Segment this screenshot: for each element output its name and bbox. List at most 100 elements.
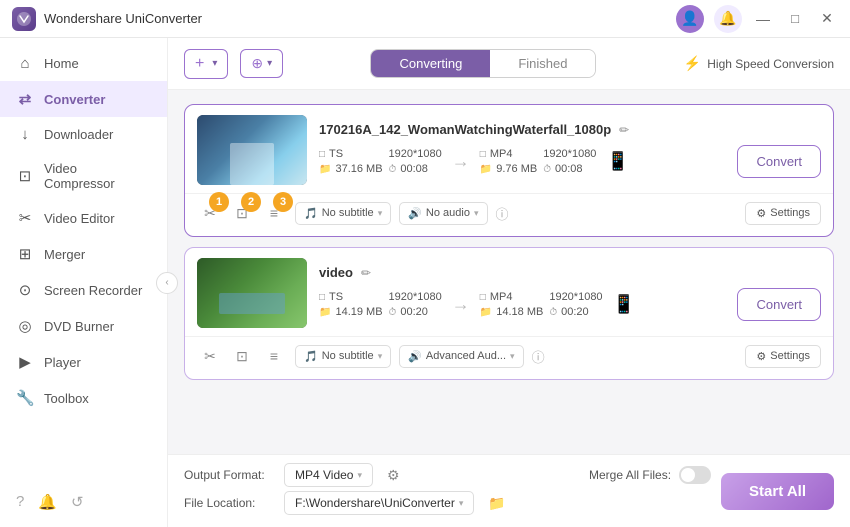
downloader-icon: ↓ [16, 126, 34, 143]
info-icon-2[interactable]: ⓘ [532, 347, 545, 366]
edit-title-icon-2[interactable]: ✏ [361, 266, 371, 280]
minimize-btn[interactable]: — [755, 11, 771, 27]
card-tools-1: ✂ 1 ⊡ 2 ≡ 3 [197, 200, 287, 226]
thumbnail-2 [197, 258, 307, 328]
sidebar-item-converter[interactable]: ⇄ Converter [0, 81, 167, 117]
card-title-row-2: video ✏ [319, 265, 821, 280]
convert-button-1[interactable]: Convert [737, 145, 821, 178]
subtitle-icon-1: 🎵 [304, 207, 318, 220]
merge-toggle[interactable] [679, 466, 711, 484]
file-location-browse-icon[interactable]: 📁 [488, 495, 505, 512]
help-icon[interactable]: ? [16, 493, 24, 511]
output-format-1: MP4 [490, 148, 513, 160]
crop-tool-1[interactable]: ⊡ 2 [229, 200, 255, 226]
edit-title-icon-1[interactable]: ✏ [619, 123, 629, 137]
input-dur-icon-1: ⏱ [389, 164, 397, 175]
sidebar-item-video-editor[interactable]: ✂ Video Editor [0, 200, 167, 236]
sidebar-item-toolbox[interactable]: 🔧 Toolbox [0, 380, 167, 416]
high-speed-button[interactable]: ⚡ High Speed Conversion [684, 55, 834, 72]
output-dur-row-1: ⏱ 00:08 [543, 163, 596, 175]
file-location-select[interactable]: F:\Wondershare\UniConverter ▾ [284, 491, 474, 515]
output-format-row-1: □ MP4 [480, 148, 537, 160]
output-resolution-1: 1920*1080 [543, 148, 596, 160]
input-format-box-2: □ TS 📁 14.19 MB [319, 291, 383, 318]
input-dur-row-2: ⏱ 00:20 [389, 306, 442, 318]
output-format-box-2: □ MP4 📁 14.18 MB [480, 291, 544, 318]
maximize-btn[interactable]: □ [787, 11, 803, 26]
toolbox-icon: 🔧 [16, 389, 34, 407]
sidebar-label-screen-recorder: Screen Recorder [44, 283, 142, 298]
output-format-select[interactable]: MP4 Video ▾ [284, 463, 373, 487]
cards-area: 170216A_142_WomanWatchingWaterfall_1080p… [168, 90, 850, 454]
tab-converting[interactable]: Converting [371, 50, 490, 77]
effects-icon-2: ≡ [270, 348, 278, 364]
title-bar: Wondershare UniConverter 👤 🔔 — □ ✕ [0, 0, 850, 38]
input-format-row-1: □ TS [319, 148, 383, 160]
sidebar-item-downloader[interactable]: ↓ Downloader [0, 117, 167, 152]
arrow-icon-1: → [452, 151, 470, 172]
file-location-value: F:\Wondershare\UniConverter [295, 496, 455, 510]
audio-dropdown-2[interactable]: 🔊 Advanced Aud... ▾ [399, 345, 523, 368]
subtitle-chevron-1: ▾ [378, 208, 383, 219]
sidebar-item-video-compressor[interactable]: ⊡ Video Compressor [0, 152, 167, 200]
output-format-value: MP4 Video [295, 468, 353, 482]
lightning-icon: ⚡ [684, 55, 701, 72]
sidebar-item-merger[interactable]: ⊞ Merger [0, 236, 167, 272]
sidebar-label-home: Home [44, 56, 79, 71]
sidebar-label-player: Player [44, 355, 81, 370]
card-title-row-1: 170216A_142_WomanWatchingWaterfall_1080p… [319, 122, 821, 137]
settings-button-2[interactable]: ⚙ Settings [745, 345, 821, 368]
sidebar-item-dvd-burner[interactable]: ◎ DVD Burner [0, 308, 167, 344]
sidebar-item-home[interactable]: ⌂ Home [0, 46, 167, 81]
sidebar-bottom: ? 🔔 ↺ [0, 485, 167, 519]
output-format-2: MP4 [490, 291, 513, 303]
effects-tool-1[interactable]: ≡ 3 [261, 200, 287, 226]
settings-label-2: Settings [770, 350, 810, 362]
subtitle-dropdown-2[interactable]: 🎵 No subtitle ▾ [295, 345, 391, 368]
subtitle-chevron-2: ▾ [378, 351, 383, 362]
input-res-row-1: 1920*1080 [389, 148, 442, 160]
notification-icon[interactable]: 🔔 [38, 493, 57, 511]
info-icon-1[interactable]: ⓘ [496, 204, 509, 223]
start-all-button[interactable]: Start All [721, 473, 834, 510]
add-url-icon: ⊕ [251, 55, 263, 72]
add-files-icon: + [195, 55, 204, 73]
video-compressor-icon: ⊡ [16, 167, 34, 185]
tab-finished[interactable]: Finished [490, 50, 595, 77]
thumbnail-1 [197, 115, 307, 185]
add-url-button[interactable]: ⊕ ▾ [240, 49, 283, 78]
effects-tool-2[interactable]: ≡ [261, 343, 287, 369]
crop-tool-2[interactable]: ⊡ [229, 343, 255, 369]
sidebar-label-video-editor: Video Editor [44, 211, 115, 226]
file-card-1: 170216A_142_WomanWatchingWaterfall_1080p… [184, 104, 834, 237]
screen-recorder-icon: ⊙ [16, 281, 34, 299]
user-icon[interactable]: 👤 [676, 5, 704, 33]
trim-tool-1[interactable]: ✂ 1 [197, 200, 223, 226]
output-dur-icon-2: ⏱ [549, 307, 557, 318]
convert-button-2[interactable]: Convert [737, 288, 821, 321]
sidebar-collapse-btn[interactable]: ‹ [156, 272, 178, 294]
output-format-settings-icon[interactable]: ⚙ [387, 467, 400, 484]
audio-icon-1: 🔊 [408, 207, 422, 220]
app-title: Wondershare UniConverter [44, 11, 676, 26]
bell-icon[interactable]: 🔔 [714, 5, 742, 33]
trim-tool-2[interactable]: ✂ [197, 343, 223, 369]
sidebar-item-player[interactable]: ▶ Player [0, 344, 167, 380]
scissors-icon-2: ✂ [204, 348, 216, 365]
audio-dropdown-1[interactable]: 🔊 No audio ▾ [399, 202, 487, 225]
thumbnail-aerial-img [197, 258, 307, 328]
refresh-icon[interactable]: ↺ [71, 493, 84, 511]
bottom-bar: Output Format: MP4 Video ▾ ⚙ Merge All F… [168, 454, 850, 527]
device-icon-1[interactable]: 📱 [606, 151, 628, 172]
add-files-button[interactable]: + ▾ [184, 49, 228, 79]
sidebar-item-screen-recorder[interactable]: ⊙ Screen Recorder [0, 272, 167, 308]
audio-value-2: Advanced Aud... [426, 350, 506, 362]
audio-chevron-2: ▾ [510, 351, 515, 362]
input-format-2: TS [329, 291, 343, 303]
subtitle-dropdown-1[interactable]: 🎵 No subtitle ▾ [295, 202, 391, 225]
card-top-2: video ✏ □ TS 📁 14.19 [185, 248, 833, 334]
settings-button-1[interactable]: ⚙ Settings [745, 202, 821, 225]
card-formats-2: □ TS 📁 14.19 MB 1920*1080 [319, 288, 821, 321]
close-btn[interactable]: ✕ [819, 10, 835, 27]
device-icon-2[interactable]: 📱 [613, 294, 635, 315]
